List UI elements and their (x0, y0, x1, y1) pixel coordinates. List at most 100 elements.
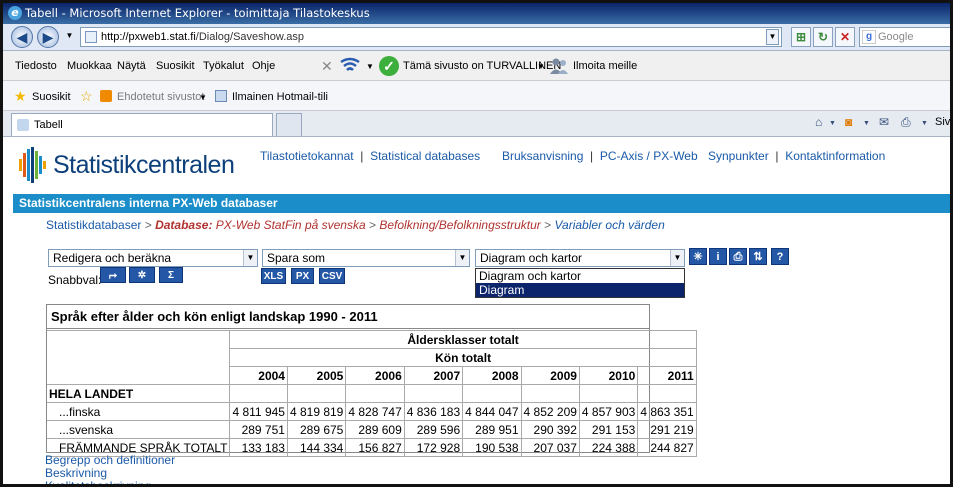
url-host: http://pxweb1.stat.fi (101, 31, 196, 43)
stop-button[interactable]: ✕ (835, 27, 855, 47)
link-kontaktinformation[interactable]: Kontaktinformation (785, 149, 885, 163)
safety-dropdown-icon[interactable]: ▼ (537, 62, 545, 71)
year-header: 2007 (403, 366, 464, 385)
data-table: Åldersklasser totalt Kön totalt 2004 200… (47, 330, 697, 457)
menu-item-edit[interactable]: Muokkaa (67, 60, 112, 72)
suggested-dropdown-icon[interactable]: ▼ (199, 93, 207, 102)
history-dropdown-icon[interactable]: ▼ (63, 29, 76, 45)
compatibility-view-button[interactable]: ⊞ (791, 27, 811, 47)
link-separator: | (586, 149, 597, 163)
save-select-value: Spara som (267, 251, 326, 265)
edit-select[interactable]: Redigera och beräkna ▼ (48, 249, 258, 267)
link-tilastotietokannat[interactable]: Tilastotietokannat (260, 149, 354, 163)
link-separator: | (356, 149, 367, 163)
row-label: ...svenska (47, 420, 231, 439)
address-input[interactable]: http://pxweb1.stat.fi/Dialog/Saveshow.as… (80, 27, 782, 47)
menu-item-favorites[interactable]: Suosikit (156, 60, 195, 72)
home-dropdown-icon[interactable]: ▼ (829, 120, 836, 127)
info-icon[interactable]: i (709, 248, 727, 265)
sort-icon[interactable]: ⇅ (749, 248, 767, 265)
table-cell: 289 609 (345, 420, 405, 439)
report-text[interactable]: Ilmoita meille (573, 60, 637, 72)
add-favorite-icon[interactable]: ☆ (80, 89, 93, 103)
table-cell: 4 852 209 (520, 402, 580, 421)
table-cell: 207 037 (520, 438, 580, 457)
table-cell: 190 538 (462, 438, 522, 457)
suggested-sites-label[interactable]: Ehdotetut sivustot (117, 91, 204, 103)
menu-item-tools[interactable]: Työkalut (203, 60, 244, 72)
region-label: HELA LANDET (47, 384, 231, 403)
favorites-bar: ★ Suosikit ☆ Ehdotetut sivustot ▼ Ilmain… (3, 81, 950, 111)
tab-tabell[interactable]: Tabell (11, 113, 273, 136)
chevron-down-icon: ▼ (670, 250, 684, 266)
hotmail-link[interactable]: Ilmainen Hotmail-tili (232, 91, 328, 103)
new-tab-button[interactable] (276, 113, 302, 136)
menu-item-help[interactable]: Ohje (252, 60, 275, 72)
feeds-icon[interactable]: ◙ (845, 115, 852, 129)
statistikcentralen-logo-icon[interactable] (18, 145, 48, 185)
link-pc-axis[interactable]: PC-Axis / PX-Web (600, 149, 698, 163)
url-dropdown-icon[interactable]: ▼ (766, 29, 779, 45)
link-beskrivning[interactable]: Beskrivning (45, 466, 107, 480)
table-cell: 4 828 747 (345, 402, 405, 421)
dropdown-option[interactable]: Diagram och kartor (476, 269, 684, 283)
help-icon[interactable]: ? (771, 248, 789, 265)
rotate-icon[interactable]: ✲ (129, 267, 155, 283)
table-row: ...svenska 289 751 289 675 289 609 289 5… (47, 420, 697, 439)
crumb-befolkning[interactable]: Befolkning/Befolkningsstruktur (379, 218, 540, 232)
page-icon (85, 31, 97, 43)
link-begrepp[interactable]: Begrepp och definitioner (45, 453, 175, 467)
wot-icon[interactable] (339, 56, 361, 76)
xls-button[interactable]: XLS (261, 268, 286, 284)
px-button[interactable]: PX (291, 268, 314, 284)
refresh-button[interactable]: ↻ (813, 27, 833, 47)
back-button[interactable]: ◀ (11, 26, 33, 48)
search-input[interactable]: g Google (859, 27, 950, 47)
crumb-statistikdatabaser[interactable]: Statistikdatabaser (46, 218, 141, 232)
table-cell: 244 827 (637, 438, 697, 457)
print-icon[interactable]: ⎙ (729, 248, 747, 265)
table-cell: 133 183 (229, 438, 288, 457)
menu-item-file[interactable]: Tiedosto (15, 60, 57, 72)
crumb-variabler[interactable]: Variabler och värden (554, 218, 664, 232)
pivot-icon[interactable]: ⮣ (100, 267, 126, 283)
year-header: 2010 (578, 366, 639, 385)
feeds-dropdown-icon[interactable]: ▼ (863, 120, 870, 127)
tab-label: Tabell (34, 119, 63, 131)
page-content: Statistikcentralen Tilastotietokannat | … (3, 137, 950, 484)
address-toolbar: ◀ ▶ ▼ http://pxweb1.stat.fi/Dialog/Saves… (3, 24, 950, 51)
quick-select-label: Snabbval: (48, 273, 102, 287)
link-synpunkter[interactable]: Synpunkter (708, 149, 769, 163)
link-statistical-databases[interactable]: Statistical databases (370, 149, 480, 163)
wot-dropdown-icon[interactable]: ▼ (366, 62, 374, 71)
year-header: 2008 (462, 366, 522, 385)
favorites-star-icon[interactable]: ★ (14, 89, 27, 103)
browser-window: e Tabell - Microsoft Internet Explorer -… (0, 0, 953, 487)
link-kvalitetsbeskrivning[interactable]: Kvalitetsbeskrivning (45, 479, 151, 484)
favorites-label[interactable]: Suosikit (32, 91, 71, 103)
logo-text[interactable]: Statistikcentralen (53, 151, 235, 180)
google-icon: g (862, 30, 876, 44)
print-dropdown-icon[interactable]: ▼ (921, 120, 928, 127)
table-cell: 4 836 183 (403, 402, 464, 421)
forward-button[interactable]: ▶ (37, 26, 59, 48)
chart-select[interactable]: Diagram och kartor ▼ (475, 249, 685, 267)
crumb-separator: > (144, 218, 152, 232)
sum-button[interactable]: Σ (159, 267, 183, 283)
save-as-select[interactable]: Spara som ▼ (262, 249, 470, 267)
home-icon[interactable]: ⌂ (815, 115, 822, 129)
menu-item-view[interactable]: Näytä (117, 60, 146, 72)
close-toolbar-icon[interactable]: ✕ (321, 58, 333, 75)
link-bruksanvisning[interactable]: Bruksanvisning (502, 149, 583, 163)
page-menu[interactable]: Sivu (935, 116, 950, 128)
mail-icon[interactable]: ✉ (879, 115, 889, 129)
table-cell: 224 388 (578, 438, 639, 457)
csv-button[interactable]: CSV (319, 268, 345, 284)
table-title: Språk efter ålder och kön enligt landska… (47, 305, 649, 329)
table-cell: 4 811 945 (229, 402, 288, 421)
dropdown-option-selected[interactable]: Diagram (476, 283, 684, 297)
crumb-database[interactable]: PX-Web StatFin på svenska (216, 218, 366, 232)
print-toolbar-icon[interactable]: ⎙ (901, 115, 911, 130)
breadcrumb: Statistikdatabaser > Database: PX-Web St… (46, 218, 665, 232)
settings-icon[interactable]: ✳ (689, 248, 707, 265)
